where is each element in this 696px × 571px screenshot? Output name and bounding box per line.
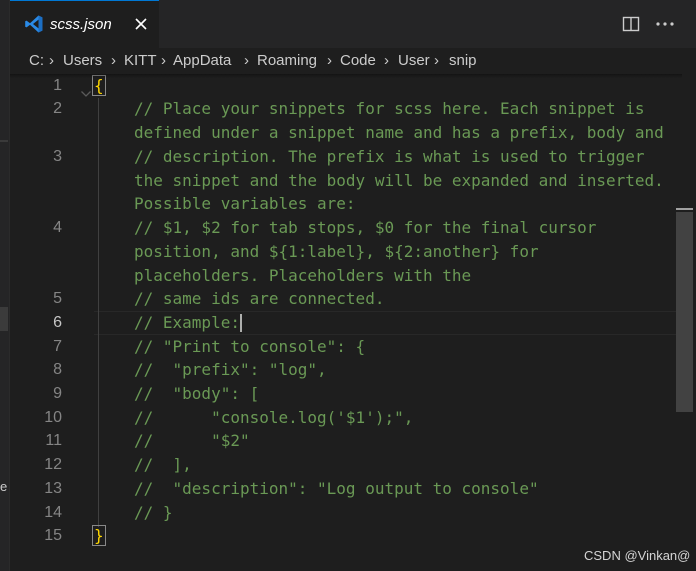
scrollbar-thumb[interactable]	[676, 212, 693, 412]
chevron-right-icon: ›	[49, 52, 54, 69]
line-number: 12	[44, 456, 62, 473]
breadcrumb-item-code[interactable]: Code	[340, 52, 376, 69]
breadcrumb-item-roaming[interactable]: Roaming	[257, 52, 317, 69]
line-number: 11	[45, 432, 62, 449]
chevron-right-icon: ›	[111, 52, 116, 69]
code-editor[interactable]: 1 2 3 4 5 6 7 8 9 10 11 12 13 14 15 { //…	[10, 74, 682, 571]
breadcrumb-item-user[interactable]: User	[398, 52, 430, 69]
breadcrumb-item-drive[interactable]: C:	[29, 52, 44, 69]
breadcrumb-item-users[interactable]: Users	[63, 52, 102, 69]
chevron-right-icon: ›	[161, 52, 166, 69]
line-number: 3	[53, 148, 62, 165]
line-number: 15	[44, 527, 62, 544]
editor-tab-bar: scss.json	[10, 0, 696, 48]
watermark: CSDN @Vinkan@	[584, 548, 691, 563]
open-brace: {	[92, 75, 106, 96]
line-number: 14	[44, 504, 62, 521]
code-line: // }	[134, 503, 173, 522]
tab-scss-json[interactable]: scss.json	[10, 0, 159, 48]
vscode-file-icon	[24, 14, 44, 34]
line-number: 4	[53, 219, 62, 236]
breadcrumb-item-appdata[interactable]: AppData	[173, 52, 231, 69]
line-number: 9	[53, 385, 62, 402]
breadcrumb-shadow	[10, 74, 682, 78]
more-actions-icon[interactable]	[653, 14, 677, 34]
chevron-down-icon[interactable]	[80, 83, 92, 97]
line-number: 7	[53, 338, 62, 355]
code-line: // "$2"	[134, 431, 250, 450]
left-panel-edge: e	[0, 0, 10, 571]
scrollbar-cursor-marker	[676, 208, 693, 210]
code-line-wrap: placeholders. Placeholders with the	[134, 266, 472, 285]
chevron-right-icon: ›	[327, 52, 332, 69]
code-line-wrap: the snippet and the body will be expande…	[134, 171, 664, 190]
breadcrumb: C: › Users › KITT › AppData › Roaming › …	[10, 48, 490, 74]
line-number: 13	[44, 480, 62, 497]
code-line: // "description": "Log output to console…	[134, 479, 539, 498]
text-cursor	[240, 314, 242, 332]
code-line: // "prefix": "log",	[134, 360, 327, 379]
chevron-right-icon: ›	[384, 52, 389, 69]
breadcrumb-item-kitt[interactable]: KITT	[124, 52, 157, 69]
panel-selected-row[interactable]	[0, 307, 8, 331]
panel-text-fragment: e	[0, 479, 8, 494]
split-editor-icon[interactable]	[621, 14, 641, 34]
code-line: }	[92, 524, 106, 548]
panel-divider	[0, 140, 8, 142]
chevron-right-icon: ›	[244, 52, 249, 69]
code-line: // Place your snippets for scss here. Ea…	[134, 99, 645, 118]
line-number-active: 6	[53, 314, 62, 331]
code-line: // "body": [	[134, 384, 260, 403]
code-line-wrap: defined under a snippet name and has a p…	[134, 123, 664, 142]
line-number: 8	[53, 361, 62, 378]
code-line: // "Print to console": {	[134, 337, 366, 356]
code-line: // description. The prefix is what is us…	[134, 147, 645, 166]
code-line: // $1, $2 for tab stops, $0 for the fina…	[134, 218, 597, 237]
line-number: 2	[53, 100, 62, 117]
code-line: // same ids are connected.	[134, 289, 385, 308]
code-line-wrap: Possible variables are:	[134, 194, 356, 213]
close-brace: }	[92, 525, 106, 546]
indent-guide	[98, 98, 99, 527]
code-line-active: // Example:	[134, 313, 240, 332]
line-number: 10	[44, 409, 62, 426]
code-line-wrap: position, and ${1:label}, ${2:another} f…	[134, 242, 539, 261]
code-line: // ],	[134, 455, 192, 474]
close-icon[interactable]	[130, 13, 152, 35]
chevron-right-icon: ›	[434, 52, 439, 69]
line-number: 5	[53, 290, 62, 307]
tab-label: scss.json	[50, 16, 112, 33]
breadcrumb-item-snippet[interactable]: snip	[449, 52, 477, 69]
code-line: // "console.log('$1');",	[134, 408, 414, 427]
